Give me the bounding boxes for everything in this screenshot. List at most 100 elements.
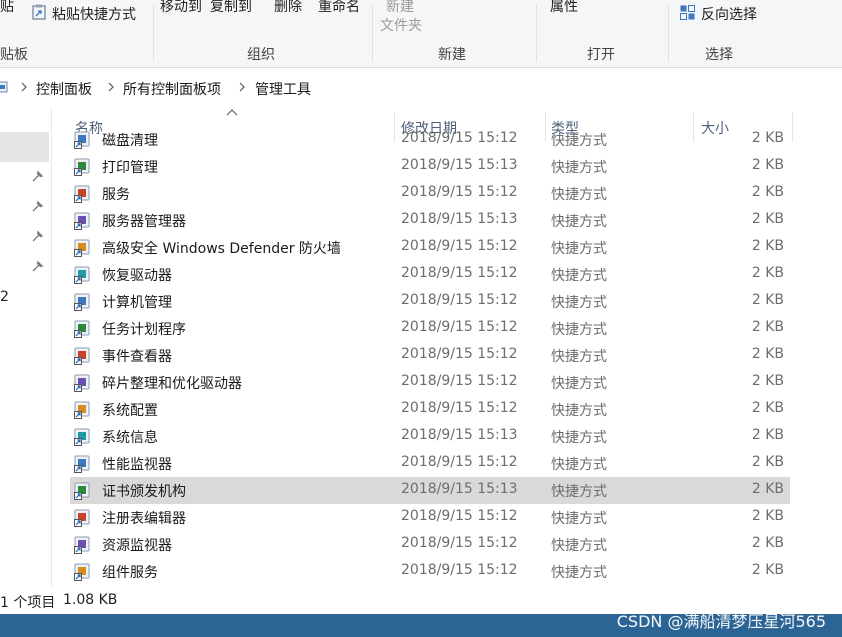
address-bar[interactable]: 控制面板 所有控制面板项 管理工具 — [0, 74, 842, 102]
file-row[interactable]: 证书颁发机构 2018/9/15 15:13 快捷方式 2 KB — [70, 477, 790, 504]
file-modified: 2018/9/15 15:12 — [401, 319, 518, 335]
file-row[interactable]: 碎片整理和优化驱动器 2018/9/15 15:12 快捷方式 2 KB — [70, 369, 790, 396]
file-type: 快捷方式 — [551, 403, 607, 419]
file-row[interactable]: 磁盘清理 2018/9/15 15:12 快捷方式 2 KB — [70, 126, 790, 153]
file-row[interactable]: 恢复驱动器 2018/9/15 15:12 快捷方式 2 KB — [70, 261, 790, 288]
shortcut-app-icon — [74, 509, 90, 527]
paste-button[interactable]: 贴 — [0, 0, 14, 16]
new-folder-button[interactable]: 新建 — [386, 0, 414, 16]
file-type: 快捷方式 — [551, 484, 607, 500]
breadcrumb-admin-tools[interactable]: 管理工具 — [255, 79, 311, 99]
file-type: 快捷方式 — [551, 295, 607, 311]
shortcut-app-icon — [74, 563, 90, 581]
chevron-right-icon[interactable] — [107, 82, 115, 92]
shortcut-app-icon — [74, 455, 90, 473]
rename-button[interactable]: 重命名 — [318, 0, 360, 16]
file-row[interactable]: 服务器管理器 2018/9/15 15:13 快捷方式 2 KB — [70, 207, 790, 234]
file-type: 快捷方式 — [551, 268, 607, 284]
properties-button[interactable]: 属性 — [550, 0, 578, 16]
control-panel-icon — [0, 81, 8, 93]
file-type: 快捷方式 — [551, 187, 607, 203]
breadcrumb-all-items[interactable]: 所有控制面板项 — [123, 79, 221, 99]
sort-ascending-icon — [226, 109, 238, 116]
paste-shortcut-button[interactable]: 粘贴快捷方式 — [52, 4, 136, 24]
file-name: 事件查看器 — [102, 349, 172, 365]
pin-icon[interactable] — [32, 170, 44, 182]
file-size: 2 KB — [751, 481, 784, 497]
ribbon-divider — [372, 4, 373, 62]
file-modified: 2018/9/15 15:12 — [401, 562, 518, 578]
file-type: 快捷方式 — [551, 538, 607, 554]
ribbon-divider — [153, 4, 154, 62]
file-row[interactable]: 注册表编辑器 2018/9/15 15:12 快捷方式 2 KB — [70, 504, 790, 531]
file-size: 2 KB — [751, 454, 784, 470]
column-divider[interactable] — [792, 112, 793, 142]
clipboard-group-label: 贴板 — [0, 47, 28, 63]
navigation-pane[interactable]: 2 — [0, 108, 52, 586]
file-type: 快捷方式 — [551, 241, 607, 257]
file-name: 碎片整理和优化驱动器 — [102, 376, 242, 392]
file-name: 资源监视器 — [102, 538, 172, 554]
file-size: 2 KB — [751, 319, 784, 335]
invert-selection-icon — [680, 5, 695, 20]
file-modified: 2018/9/15 15:12 — [401, 292, 518, 308]
nav-item-label[interactable]: 2 — [0, 289, 9, 305]
file-modified: 2018/9/15 15:13 — [401, 211, 518, 227]
file-row[interactable]: 性能监视器 2018/9/15 15:12 快捷方式 2 KB — [70, 450, 790, 477]
move-to-button[interactable]: 移动到 — [160, 0, 202, 16]
select-group-label: 选择 — [705, 47, 733, 63]
file-list[interactable]: 名称 修改日期 类型 大小 磁盘清理 2018/9/15 15:12 快捷方式 2 K… — [52, 108, 842, 586]
chevron-right-icon[interactable] — [238, 82, 246, 92]
invert-selection-button[interactable]: 反向选择 — [701, 4, 757, 24]
file-type: 快捷方式 — [551, 322, 607, 338]
file-size: 2 KB — [751, 265, 784, 281]
shortcut-app-icon — [74, 374, 90, 392]
file-name: 性能监视器 — [102, 457, 172, 473]
breadcrumb-control-panel[interactable]: 控制面板 — [36, 79, 92, 99]
copy-to-button[interactable]: 复制到 — [210, 0, 252, 16]
file-name: 证书颁发机构 — [102, 484, 186, 500]
file-modified: 2018/9/15 15:12 — [401, 508, 518, 524]
pin-icon[interactable] — [32, 260, 44, 272]
file-type: 快捷方式 — [551, 565, 607, 581]
nav-selected-item[interactable] — [0, 132, 49, 162]
pin-icon[interactable] — [32, 200, 44, 212]
file-row[interactable]: 高级安全 Windows Defender 防火墙 2018/9/15 15:12… — [70, 234, 790, 261]
ribbon: 贴 粘贴快捷方式 贴板 移动到 复制到 删除 重命名 组织 新建 文件夹 新建 … — [0, 0, 842, 68]
file-row[interactable]: 组件服务 2018/9/15 15:12 快捷方式 2 KB — [70, 558, 790, 585]
file-row[interactable]: 服务 2018/9/15 15:12 快捷方式 2 KB — [70, 180, 790, 207]
file-row[interactable]: 资源监视器 2018/9/15 15:12 快捷方式 2 KB — [70, 531, 790, 558]
file-name: 服务 — [102, 187, 130, 203]
delete-button[interactable]: 删除 — [274, 0, 302, 16]
open-group-label: 打开 — [587, 47, 615, 63]
file-name: 注册表编辑器 — [102, 511, 186, 527]
file-modified: 2018/9/15 15:13 — [401, 427, 518, 443]
file-row[interactable]: 事件查看器 2018/9/15 15:12 快捷方式 2 KB — [70, 342, 790, 369]
shortcut-app-icon — [74, 536, 90, 554]
file-modified: 2018/9/15 15:12 — [401, 454, 518, 470]
shortcut-app-icon — [74, 158, 90, 176]
file-name: 打印管理 — [102, 160, 158, 176]
file-size: 2 KB — [751, 508, 784, 524]
pin-icon[interactable] — [32, 230, 44, 242]
file-modified: 2018/9/15 15:12 — [401, 184, 518, 200]
shortcut-app-icon — [74, 239, 90, 257]
status-item-count: 1 个项目 — [0, 595, 56, 611]
file-row[interactable]: 打印管理 2018/9/15 15:13 快捷方式 2 KB — [70, 153, 790, 180]
file-row[interactable]: 计算机管理 2018/9/15 15:12 快捷方式 2 KB — [70, 288, 790, 315]
file-row[interactable]: 系统配置 2018/9/15 15:12 快捷方式 2 KB — [70, 396, 790, 423]
file-size: 2 KB — [751, 427, 784, 443]
shortcut-app-icon — [74, 320, 90, 338]
file-size: 2 KB — [751, 238, 784, 254]
file-size: 2 KB — [751, 130, 784, 146]
file-type: 快捷方式 — [551, 214, 607, 230]
file-size: 2 KB — [751, 211, 784, 227]
file-size: 2 KB — [751, 535, 784, 551]
file-row[interactable]: 系统信息 2018/9/15 15:13 快捷方式 2 KB — [70, 423, 790, 450]
file-size: 2 KB — [751, 562, 784, 578]
file-row[interactable]: 任务计划程序 2018/9/15 15:12 快捷方式 2 KB — [70, 315, 790, 342]
paste-shortcut-icon — [32, 4, 46, 20]
shortcut-app-icon — [74, 293, 90, 311]
file-name: 系统信息 — [102, 430, 158, 446]
file-modified: 2018/9/15 15:12 — [401, 238, 518, 254]
